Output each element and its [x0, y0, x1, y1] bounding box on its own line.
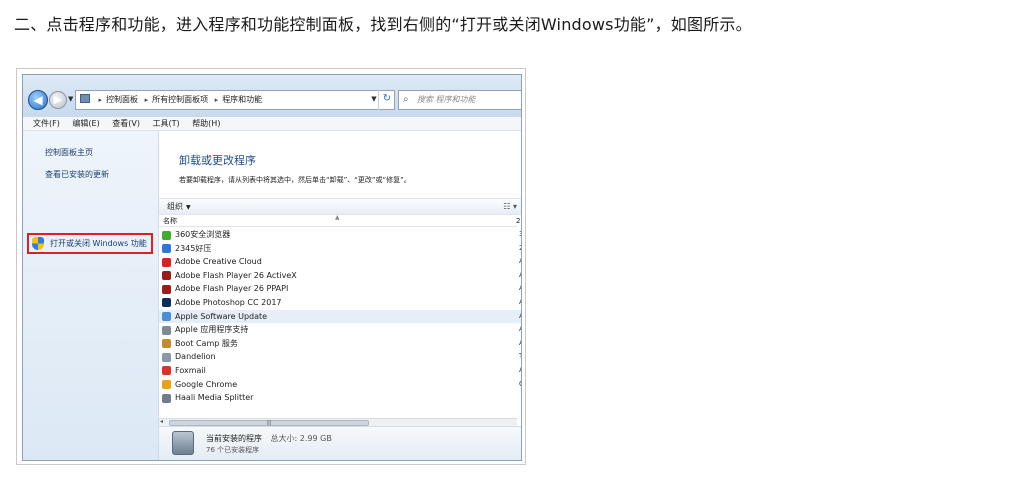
second-column-header[interactable]: 2: [516, 215, 520, 227]
breadcrumb-control-panel[interactable]: 控制面板: [106, 95, 138, 104]
scroll-left-icon[interactable]: ◂: [160, 418, 163, 425]
program-icon: [162, 230, 171, 240]
view-installed-updates-link[interactable]: 查看已安装的更新: [45, 169, 109, 180]
shield-icon: [32, 237, 44, 250]
program-publisher-initial: 2: [519, 242, 521, 256]
program-icon: [162, 257, 171, 267]
control-panel-home-link[interactable]: 控制面板主页: [45, 147, 93, 158]
refresh-icon[interactable]: ↻: [378, 90, 395, 110]
program-publisher-initial: A: [519, 296, 521, 310]
program-name: Adobe Flash Player 26 ActiveX: [175, 270, 297, 280]
program-icon: [162, 312, 171, 322]
control-panel-window: ◀ ▶ ▼ ▸ 控制面板 ▸ 所有控制面板项 ▸ 程序和功能 ▼ ↻ ⌕ 搜索 程序和…: [22, 74, 522, 461]
program-name: Foxmail: [175, 365, 206, 375]
page-title: 卸载或更改程序: [179, 154, 256, 167]
program-publisher-initial: A: [519, 337, 521, 351]
program-row[interactable]: 360安全浏览器 3: [159, 228, 521, 242]
menu-view[interactable]: 查看(V): [112, 119, 140, 128]
search-icon: ⌕: [403, 94, 409, 105]
program-icon: [162, 325, 171, 335]
program-row[interactable]: Dandelion T: [159, 350, 521, 364]
program-row[interactable]: Adobe Flash Player 26 PPAPI A: [159, 282, 521, 296]
program-icon: [162, 339, 171, 349]
programs-pane: 卸载或更改程序 若要卸载程序，请从列表中将其选中，然后单击“卸载”、“更改”或“…: [159, 131, 521, 460]
page-description: 若要卸载程序，请从列表中将其选中，然后单击“卸载”、“更改”或“修复”。: [179, 176, 411, 184]
sort-arrow-icon: ▲: [335, 214, 340, 221]
program-row[interactable]: Apple 应用程序支持 A: [159, 323, 521, 337]
program-publisher-initial: A: [519, 269, 521, 283]
program-name: Boot Camp 服务: [175, 338, 238, 348]
left-task-pane: 控制面板主页 查看已安装的更新 打开或关闭 Windows 功能: [23, 131, 159, 460]
program-icon: [162, 366, 171, 376]
program-publisher-initial: 3: [519, 228, 521, 242]
total-size: 总大小: 2.99 GB: [270, 434, 332, 443]
program-icon: [162, 244, 171, 254]
program-row[interactable]: Adobe Flash Player 26 ActiveX A: [159, 269, 521, 283]
menu-bar: 文件(F) 编辑(E) 查看(V) 工具(T) 帮助(H): [23, 117, 521, 131]
name-column-header[interactable]: 名称: [163, 217, 177, 225]
program-icon: [162, 271, 171, 281]
program-name: Adobe Creative Cloud: [175, 257, 262, 267]
program-row[interactable]: Haali Media Splitter: [159, 391, 521, 405]
program-row[interactable]: Adobe Photoshop CC 2017 A: [159, 296, 521, 310]
address-bar[interactable]: ▸ 控制面板 ▸ 所有控制面板项 ▸ 程序和功能: [75, 90, 395, 110]
view-options-icon[interactable]: ☷ ▾: [503, 199, 517, 214]
breadcrumb-programs[interactable]: 程序和功能: [222, 95, 262, 104]
program-icon: [162, 352, 171, 362]
program-row[interactable]: Google Chrome C: [159, 378, 521, 392]
screenshot-frame: ◀ ▶ ▼ ▸ 控制面板 ▸ 所有控制面板项 ▸ 程序和功能 ▼ ↻ ⌕ 搜索 程序和…: [16, 68, 526, 465]
installed-programs-icon: [172, 431, 194, 455]
column-header[interactable]: 名称 ▲ 2: [159, 214, 520, 227]
installed-programs-label: 当前安装的程序: [206, 434, 262, 443]
program-row[interactable]: Foxmail A: [159, 364, 521, 378]
installed-count: 76 个已安装程序: [206, 446, 260, 454]
control-panel-icon: [80, 94, 90, 103]
back-button[interactable]: ◀: [28, 90, 48, 110]
windows-features-link[interactable]: 打开或关闭 Windows 功能: [27, 233, 153, 254]
program-publisher-initial: A: [519, 310, 521, 324]
recent-pages-chevron-icon[interactable]: ▼: [68, 95, 73, 103]
breadcrumb-all-items[interactable]: 所有控制面板项: [152, 95, 208, 104]
address-row: ◀ ▶ ▼ ▸ 控制面板 ▸ 所有控制面板项 ▸ 程序和功能 ▼ ↻ ⌕ 搜索 程序和…: [23, 75, 521, 117]
program-name: Apple 应用程序支持: [175, 325, 249, 335]
horizontal-scrollbar[interactable]: ◂ |||: [159, 418, 517, 426]
program-icon: [162, 298, 171, 308]
program-publisher-initial: T: [519, 350, 521, 364]
program-publisher-initial: C: [519, 378, 521, 392]
program-icon: [162, 380, 171, 390]
menu-edit[interactable]: 编辑(E): [72, 119, 99, 128]
program-publisher-initial: A: [519, 255, 521, 269]
program-name: Dandelion: [175, 352, 216, 362]
program-row[interactable]: Adobe Creative Cloud A: [159, 255, 521, 269]
program-name: Apple Software Update: [175, 311, 268, 321]
program-row[interactable]: Apple Software Update A: [159, 309, 521, 324]
program-publisher-initial: A: [519, 282, 521, 296]
status-details-pane: 当前安装的程序 总大小: 2.99 GB 76 个已安装程序: [159, 426, 521, 460]
program-name: 2345好压: [175, 243, 212, 253]
program-row[interactable]: Boot Camp 服务 A: [159, 337, 521, 351]
instruction-caption: 二、点击程序和功能，进入程序和功能控制面板，找到右侧的“打开或关闭Windows…: [14, 15, 752, 34]
program-icon: [162, 284, 171, 294]
menu-file[interactable]: 文件(F): [33, 119, 60, 128]
program-name: Adobe Flash Player 26 PPAPI: [175, 284, 289, 294]
program-icon: [162, 393, 171, 403]
program-name: Google Chrome: [175, 379, 238, 389]
forward-button[interactable]: ▶: [49, 91, 67, 109]
menu-tools[interactable]: 工具(T): [153, 119, 180, 128]
program-row[interactable]: 2345好压 2: [159, 242, 521, 256]
program-publisher-initial: A: [519, 364, 521, 378]
program-publisher-initial: A: [519, 323, 521, 337]
search-input[interactable]: ⌕ 搜索 程序和功能: [398, 90, 521, 110]
program-name: Haali Media Splitter: [175, 393, 254, 403]
program-list: 360安全浏览器32345好压2Adobe Creative CloudAAdo…: [159, 228, 521, 418]
command-bar: 组织 ▼ ☷ ▾: [159, 198, 521, 215]
program-name: Adobe Photoshop CC 2017: [175, 297, 282, 307]
program-name: 360安全浏览器: [175, 230, 231, 239]
organize-button[interactable]: 组织 ▼: [167, 202, 191, 211]
menu-help[interactable]: 帮助(H): [192, 119, 220, 128]
